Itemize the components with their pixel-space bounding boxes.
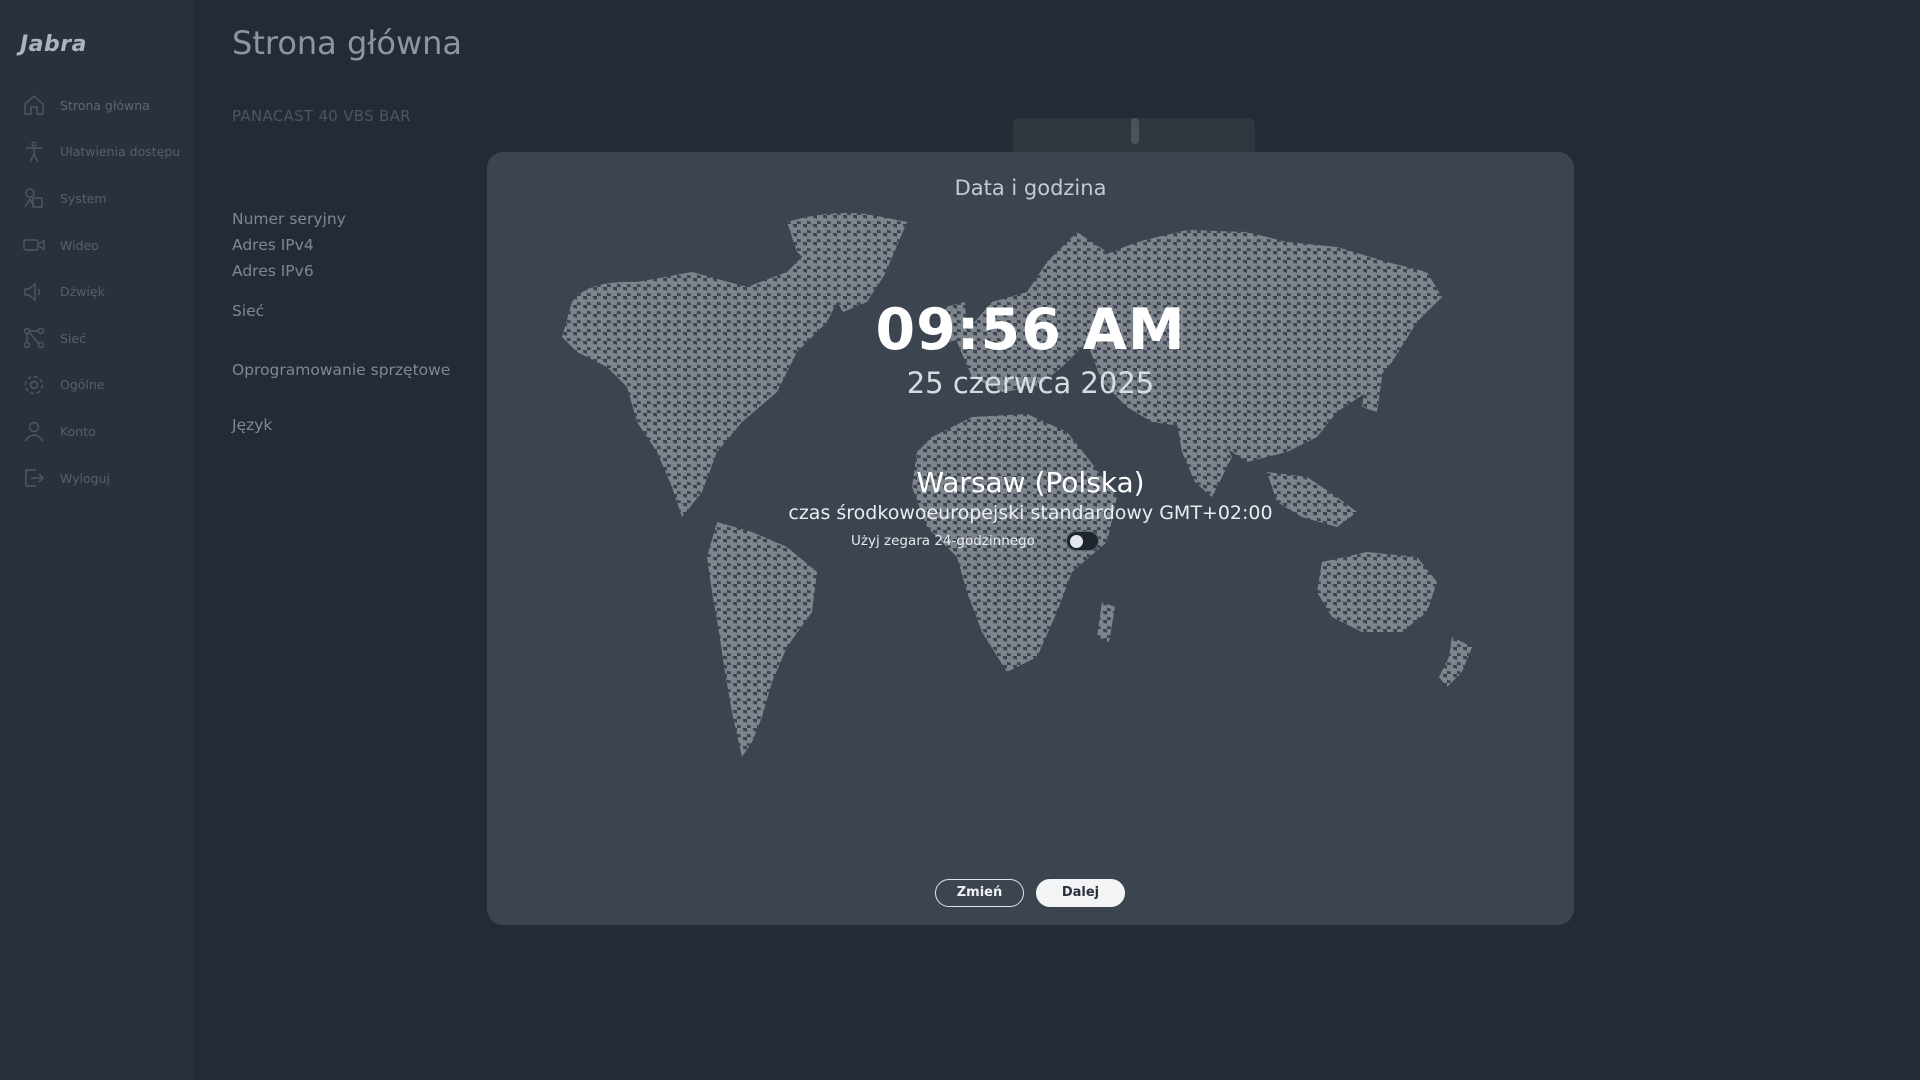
sidebar-item-label: Wyloguj <box>60 470 110 486</box>
accessibility-icon <box>22 140 46 164</box>
info-label-serial: Numer seryjny <box>232 210 346 228</box>
sidebar: Jabra Strona główna Ułatwienia dostępu S… <box>0 0 194 1080</box>
sidebar-nav: Strona główna Ułatwienia dostępu System … <box>0 82 194 501</box>
dialog-title: Data i godzina <box>954 176 1107 200</box>
sidebar-item-label: Konto <box>60 423 96 439</box>
sidebar-item-account[interactable]: Konto <box>0 408 194 455</box>
current-time: 09:56 AM <box>875 297 1186 363</box>
info-label-firmware: Oprogramowanie sprzętowe <box>232 361 451 379</box>
date-time-dialog: Data i godzina 09:56 AM 25 czerwca 2025 … <box>487 152 1574 925</box>
change-button[interactable]: Zmień <box>935 879 1024 907</box>
toggle-knob <box>1070 535 1083 548</box>
continent-south-america <box>707 522 817 757</box>
sidebar-item-general[interactable]: Ogólne <box>0 362 194 409</box>
info-label-language: Język <box>232 416 273 434</box>
clock-24h-label: Użyj zegara 24-godzinnego <box>851 533 1035 549</box>
system-icon <box>22 186 46 210</box>
device-preview <box>1013 118 1255 152</box>
info-label-ipv6: Adres IPv6 <box>232 262 314 280</box>
sidebar-item-label: Dźwięk <box>60 284 105 300</box>
sidebar-item-label: System <box>60 190 107 206</box>
sidebar-item-accessibility[interactable]: Ułatwienia dostępu <box>0 129 194 176</box>
sidebar-item-label: Wideo <box>60 237 99 253</box>
sidebar-item-home[interactable]: Strona główna <box>0 82 194 129</box>
region-new-zealand <box>1439 637 1472 687</box>
clock-24h-row: Użyj zegara 24-godzinnego <box>851 531 1099 551</box>
clock-24h-toggle[interactable] <box>1066 531 1099 551</box>
user-icon <box>22 419 46 443</box>
device-name: PANACAST 40 VBS BAR <box>232 107 411 125</box>
sidebar-item-network[interactable]: Sieć <box>0 315 194 362</box>
sidebar-item-system[interactable]: System <box>0 175 194 222</box>
next-button[interactable]: Dalej <box>1036 879 1125 907</box>
device-knob <box>1131 118 1139 144</box>
region-madagascar <box>1097 602 1115 642</box>
network-icon <box>22 326 46 350</box>
current-date: 25 czerwca 2025 <box>906 366 1155 400</box>
speaker-icon <box>22 280 46 304</box>
home-icon <box>22 93 46 117</box>
sidebar-item-label: Strona główna <box>60 97 150 113</box>
info-label-ipv4: Adres IPv4 <box>232 236 314 254</box>
sidebar-item-label: Ułatwienia dostępu <box>60 144 181 160</box>
timezone-label: czas środkowoeuropejski standardowy GMT+… <box>788 502 1273 524</box>
gear-icon <box>22 373 46 397</box>
continent-australia <box>1317 552 1437 632</box>
sidebar-item-label: Ogólne <box>60 377 105 393</box>
sidebar-item-label: Sieć <box>60 330 86 346</box>
info-label-network: Sieć <box>232 302 265 320</box>
sidebar-item-logout[interactable]: Wyloguj <box>0 455 194 502</box>
sidebar-item-sound[interactable]: Dźwięk <box>0 268 194 315</box>
jabra-logo: Jabra <box>20 32 87 57</box>
logout-icon <box>22 466 46 490</box>
video-icon <box>22 233 46 257</box>
page-title: Strona główna <box>232 24 462 62</box>
sidebar-item-video[interactable]: Wideo <box>0 222 194 269</box>
location-label: Warsaw (Polska) <box>916 466 1145 499</box>
